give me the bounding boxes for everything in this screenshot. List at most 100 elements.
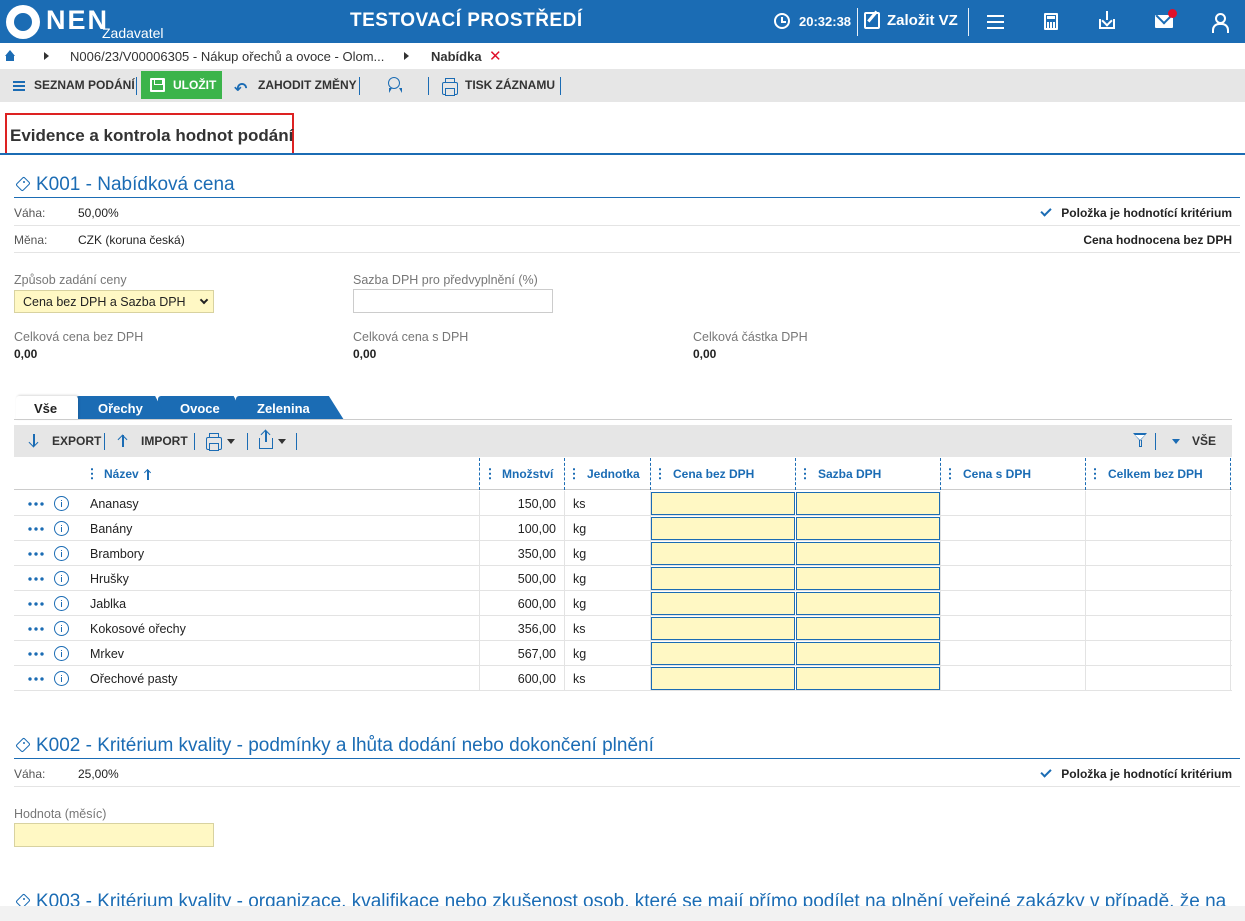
- total-w-vat-label: Celková cena s DPH: [353, 330, 469, 344]
- print-menu-button[interactable]: [204, 425, 238, 457]
- info-icon[interactable]: [54, 671, 69, 686]
- cell-quantity: 350,00: [517, 547, 556, 561]
- more-actions-icon[interactable]: [27, 552, 45, 556]
- more-actions-icon[interactable]: [27, 502, 45, 506]
- tab-vse[interactable]: Vše: [16, 396, 78, 420]
- discard-changes-button[interactable]: ↶ ZAHODIT ZMĚNY: [232, 69, 357, 102]
- export-button[interactable]: EXPORT: [26, 425, 102, 457]
- more-actions-icon[interactable]: [27, 527, 45, 531]
- price-wo-vat-input[interactable]: [651, 592, 795, 615]
- info-icon[interactable]: [54, 571, 69, 586]
- column-header-unit[interactable]: Jednotka: [565, 458, 650, 490]
- vat-rate-input[interactable]: [796, 592, 940, 615]
- page-title: Evidence a kontrola hodnot podání: [10, 126, 294, 145]
- header-divider: [857, 8, 858, 36]
- price-wo-vat-input[interactable]: [651, 542, 795, 565]
- vat-rate-input[interactable]: [796, 642, 940, 665]
- more-actions-icon[interactable]: [27, 652, 45, 656]
- total-wo-vat-value: 0,00: [14, 347, 38, 361]
- column-header-quantity[interactable]: Množství: [480, 458, 564, 490]
- info-icon[interactable]: [54, 496, 69, 511]
- k002-value-input[interactable]: [14, 823, 214, 847]
- column-header-label: Jednotka: [587, 467, 640, 481]
- cell-quantity: 500,00: [517, 572, 556, 586]
- table-row: Jablka 600,00 kg: [14, 591, 1232, 616]
- caret-down-icon: [278, 439, 286, 444]
- table-row: Ananasy 150,00 ks: [14, 491, 1232, 516]
- price-wo-vat-input[interactable]: [651, 642, 795, 665]
- submission-list-button[interactable]: SEZNAM PODÁNÍ: [10, 69, 135, 102]
- breadcrumb-arrow-icon: [404, 52, 409, 60]
- price-wo-vat-input[interactable]: [651, 617, 795, 640]
- logo-text[interactable]: NEN: [46, 5, 109, 36]
- cell-name: Brambory: [90, 547, 145, 561]
- column-menu-icon: [1094, 467, 1096, 480]
- vat-rate-input[interactable]: [796, 567, 940, 590]
- row-divider: [14, 225, 1240, 226]
- column-header-name[interactable]: Název: [90, 458, 479, 490]
- cell-total-wo-vat: [1086, 616, 1230, 641]
- column-header-total-wo-vat[interactable]: Celkem bez DPH: [1086, 458, 1230, 490]
- filter-button[interactable]: [1130, 425, 1150, 457]
- user-icon[interactable]: [1211, 13, 1229, 33]
- import-button[interactable]: IMPORT: [115, 425, 191, 457]
- create-vz-button[interactable]: Založit VZ: [862, 0, 966, 43]
- table-row: Banány 100,00 kg: [14, 516, 1232, 541]
- vat-rate-input[interactable]: [796, 517, 940, 540]
- price-wo-vat-input[interactable]: [651, 492, 795, 515]
- chevron-down-icon: [199, 295, 209, 305]
- environment-title: TESTOVACÍ PROSTŘEDÍ: [350, 10, 583, 31]
- cell-total-wo-vat: [1086, 566, 1230, 591]
- check-icon: [1040, 205, 1052, 217]
- inbox-download-icon[interactable]: [1099, 11, 1115, 29]
- column-header-vat-rate[interactable]: Sazba DPH: [796, 458, 940, 490]
- price-wo-vat-input[interactable]: [651, 667, 795, 690]
- cell-total-wo-vat: [1086, 541, 1230, 566]
- info-icon[interactable]: [54, 521, 69, 536]
- section-rule: [14, 197, 1240, 198]
- home-icon[interactable]: [4, 50, 16, 62]
- info-icon[interactable]: [54, 546, 69, 561]
- cell-price-w-vat: [941, 541, 1085, 566]
- more-actions-icon[interactable]: [27, 577, 45, 581]
- save-button[interactable]: ULOŽIT: [141, 71, 222, 99]
- more-actions-icon[interactable]: [27, 602, 45, 606]
- grid-toolbar-divider: [104, 433, 105, 450]
- vat-rate-input[interactable]: [796, 617, 940, 640]
- vat-rate-input[interactable]: [796, 542, 940, 565]
- info-icon[interactable]: [54, 596, 69, 611]
- column-header-price-w-vat[interactable]: Cena s DPH: [941, 458, 1085, 490]
- cell-price-w-vat: [941, 666, 1085, 691]
- save-label: ULOŽIT: [173, 78, 217, 92]
- nen-logo-icon[interactable]: [6, 5, 40, 39]
- more-actions-icon[interactable]: [27, 627, 45, 631]
- info-icon[interactable]: [54, 621, 69, 636]
- scroll-edge: [0, 906, 1245, 921]
- column-header-price-wo-vat[interactable]: Cena bez DPH: [651, 458, 795, 490]
- menu-icon[interactable]: [984, 10, 1008, 34]
- column-header-label: Množství: [502, 467, 554, 481]
- info-icon[interactable]: [54, 646, 69, 661]
- award-button[interactable]: [380, 69, 412, 102]
- more-actions-icon[interactable]: [27, 677, 45, 681]
- vat-rate-input[interactable]: [796, 667, 940, 690]
- close-icon[interactable]: ✕: [489, 47, 502, 65]
- price-mode-select[interactable]: Cena bez DPH a Sazba DPH: [14, 290, 214, 313]
- breadcrumb-item-tender[interactable]: N006/23/V00006305 - Nákup ořechů a ovoce…: [70, 49, 384, 64]
- share-menu-button[interactable]: [257, 425, 291, 457]
- vat-prefill-input[interactable]: [353, 289, 553, 313]
- grid-header: Název Množství Jednotka Cena bez DPH Saz…: [14, 458, 1232, 490]
- price-wo-vat-input[interactable]: [651, 567, 795, 590]
- vat-rate-input[interactable]: [796, 492, 940, 515]
- tab-ovoce[interactable]: Ovoce: [158, 396, 246, 420]
- import-label: IMPORT: [141, 434, 188, 448]
- share-icon: [259, 431, 273, 449]
- print-record-button[interactable]: TISK ZÁZNAMU: [440, 69, 558, 102]
- calculator-icon[interactable]: [1044, 13, 1058, 30]
- k001-currency-value: CZK (koruna česká): [78, 233, 185, 247]
- tab-orechy[interactable]: Ořechy: [76, 396, 168, 420]
- view-all-button[interactable]: VŠE: [1170, 425, 1220, 457]
- tag-icon: [14, 177, 30, 191]
- tab-zelenina[interactable]: Zelenina: [236, 396, 344, 420]
- price-wo-vat-input[interactable]: [651, 517, 795, 540]
